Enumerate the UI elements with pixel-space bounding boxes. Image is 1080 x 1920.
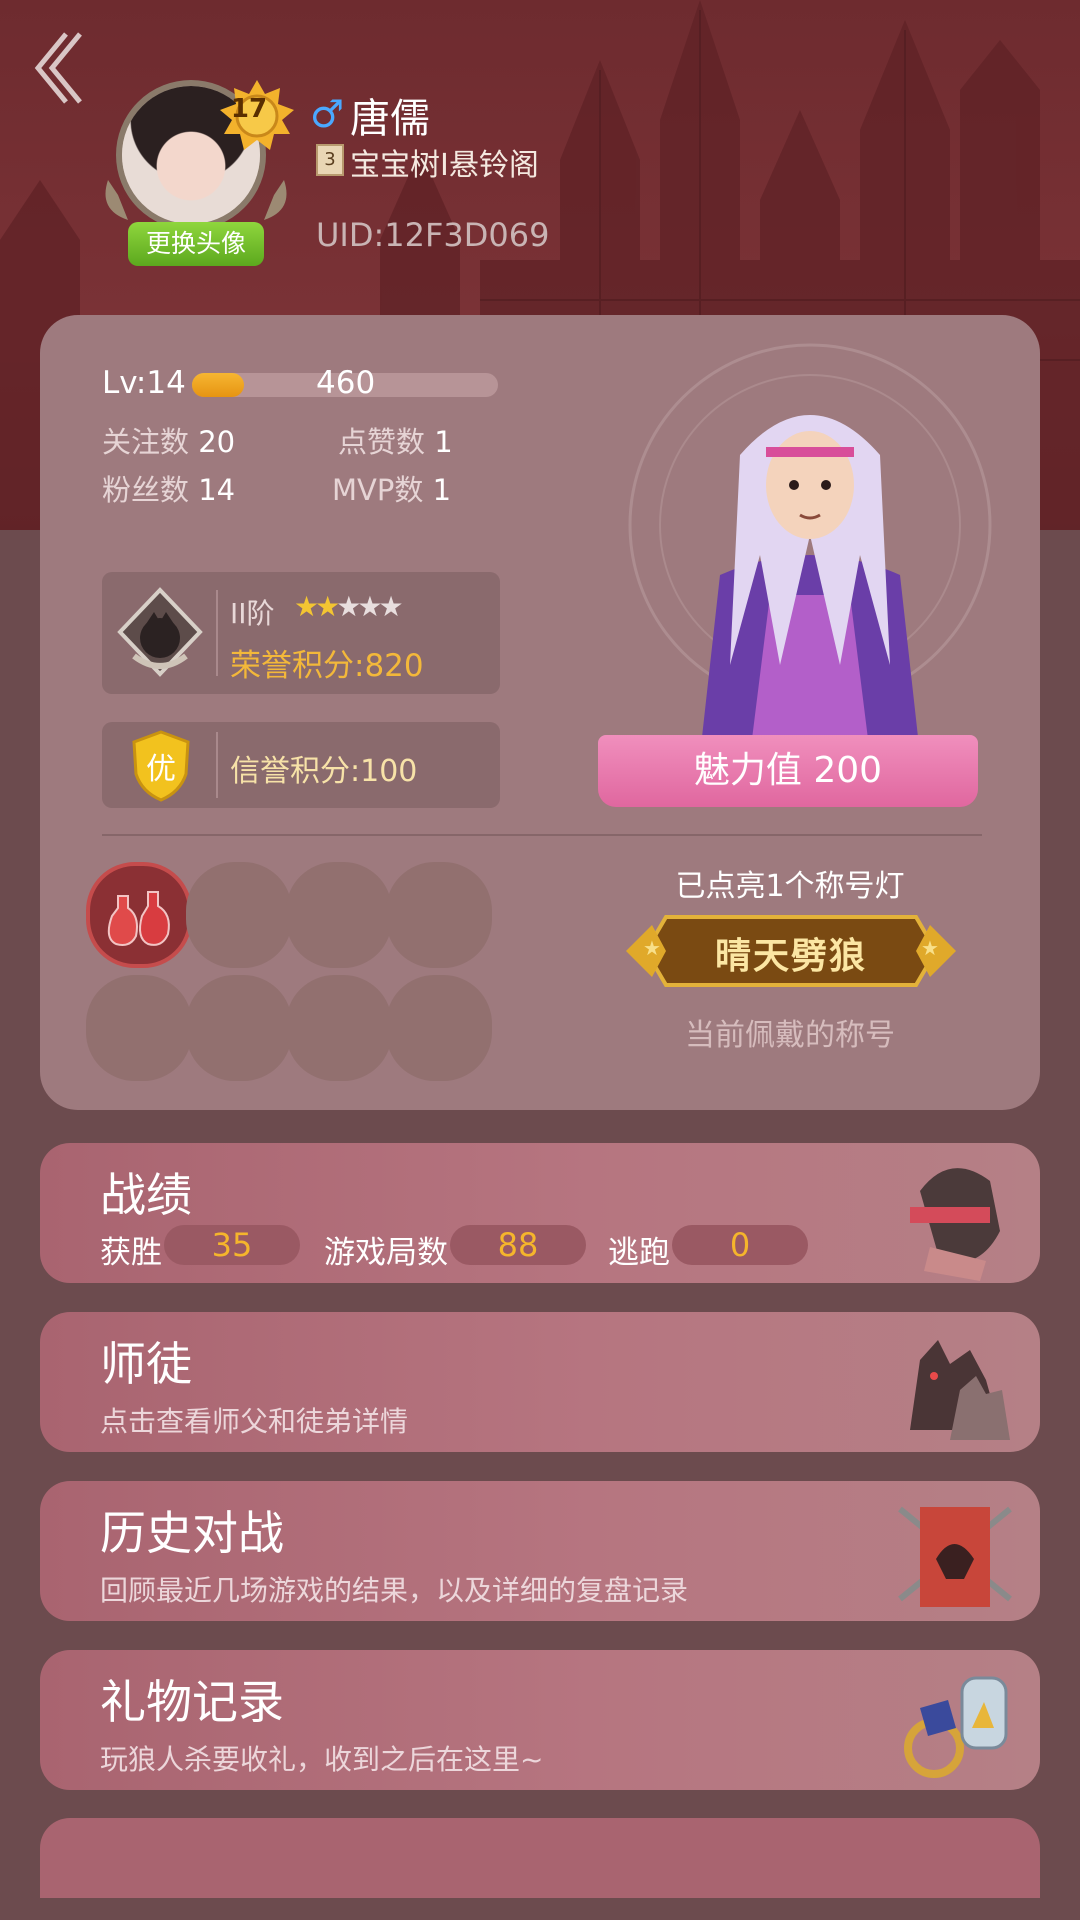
guild-rank-badge: 3 (316, 144, 344, 176)
fans-count[interactable]: 粉丝数 14 (102, 467, 235, 509)
credit-points: 信誉积分:100 (230, 754, 418, 789)
player-name: 唐儒 (350, 96, 430, 142)
gift-record-card[interactable]: 礼物记录 玩狼人杀要收礼，收到之后在这里~ (40, 1650, 1040, 1790)
level-progress-fill (192, 373, 245, 397)
potion-bottles-icon (107, 891, 170, 946)
character-portrait[interactable] (600, 335, 1020, 755)
wins-value: 35 (164, 1225, 300, 1265)
next-card-peek (40, 1818, 1040, 1898)
wolf-rank-emblem-icon (117, 587, 203, 677)
battle-history-card[interactable]: 历史对战 回顾最近几场游戏的结果，以及详细的复盘记录 (40, 1481, 1040, 1621)
star-filled-icon: ★ (294, 590, 319, 623)
double-chevron-left-icon[interactable] (28, 28, 88, 108)
like-count[interactable]: 点赞数 1 (338, 419, 453, 461)
games-label: 游戏局数 (324, 1235, 448, 1271)
card-title: 战绩 (100, 1168, 192, 1222)
current-title-name: 晴天劈狼 (714, 936, 867, 977)
title-lamp-slot-empty[interactable] (186, 975, 292, 1081)
charm-value: 魅力值 200 (598, 735, 978, 807)
guild-name[interactable]: 宝宝树I悬铃阁 (350, 140, 539, 184)
lit-title-lamps-count: 已点亮1个称号灯 (675, 869, 905, 904)
title-lamp-slot-filled[interactable] (86, 862, 192, 968)
player-uid: UID:12F3D069 (316, 216, 550, 254)
battle-record-card[interactable]: 战绩 获胜 35 游戏局数 88 逃跑 0 (40, 1143, 1040, 1283)
avatar-level-number: 17 (230, 94, 268, 124)
title-lamp-slot-empty[interactable] (286, 975, 392, 1081)
escape-value: 0 (672, 1225, 808, 1265)
star-empty-icon: ★ (336, 590, 361, 623)
current-title-caption: 当前佩戴的称号 (685, 1018, 895, 1053)
gift-ring-bottle-icon (904, 1676, 1008, 1778)
mvp-count[interactable]: MVP数 1 (332, 467, 451, 509)
title-lamp-slot-empty[interactable] (86, 975, 192, 1081)
mentor-apprentice-card[interactable]: 师徒 点击查看师父和徒弟详情 (40, 1312, 1040, 1452)
wins-label: 获胜 (100, 1235, 162, 1271)
card-subtitle: 回顾最近几场游戏的结果，以及详细的复盘记录 (100, 1574, 689, 1607)
profile-panel: Lv:14 460 关注数 20 点赞数 1 粉丝数 14 MVP数 1 II阶… (40, 315, 1040, 1110)
follow-count[interactable]: 关注数 20 (102, 419, 235, 461)
star-filled-icon: ★ (315, 590, 340, 623)
rank-tier: II阶 (230, 597, 275, 630)
credit-grade-badge: 优 (146, 752, 176, 787)
level-exp-value: 460 (316, 365, 376, 401)
title-lamp-slot-empty[interactable] (386, 862, 492, 968)
title-lamp-slot-empty[interactable] (286, 862, 392, 968)
male-gender-icon: ♂ (310, 92, 345, 136)
credit-card[interactable]: 优 信誉积分:100 (102, 722, 500, 808)
section-divider (102, 834, 982, 836)
honor-points: 荣誉积分:820 (230, 648, 424, 684)
title-lamp-slot-empty[interactable] (386, 975, 492, 1081)
title-lamp-slot-empty[interactable] (186, 862, 292, 968)
escape-label: 逃跑 (608, 1235, 670, 1271)
card-subtitle: 点击查看师父和徒弟详情 (100, 1405, 409, 1438)
werewolf-fist-icon (910, 1168, 1000, 1281)
star-empty-icon: ★ (378, 590, 403, 623)
card-subtitle: 玩狼人杀要收礼，收到之后在这里~ (100, 1743, 544, 1776)
card-title: 历史对战 (100, 1506, 284, 1560)
card-title: 师徒 (100, 1337, 192, 1391)
rank-stars: ★★★★★ (294, 590, 404, 623)
two-wolves-icon (910, 1340, 1010, 1440)
battle-banner-icon (898, 1506, 1012, 1607)
star-empty-icon: ★ (357, 590, 382, 623)
rank-card[interactable]: II阶 ★★★★★ 荣誉积分:820 (102, 572, 500, 694)
level-label: Lv:14 (102, 365, 186, 401)
games-value: 88 (450, 1225, 586, 1265)
change-avatar-button[interactable]: 更换头像 (128, 222, 264, 266)
card-title: 礼物记录 (100, 1675, 284, 1729)
